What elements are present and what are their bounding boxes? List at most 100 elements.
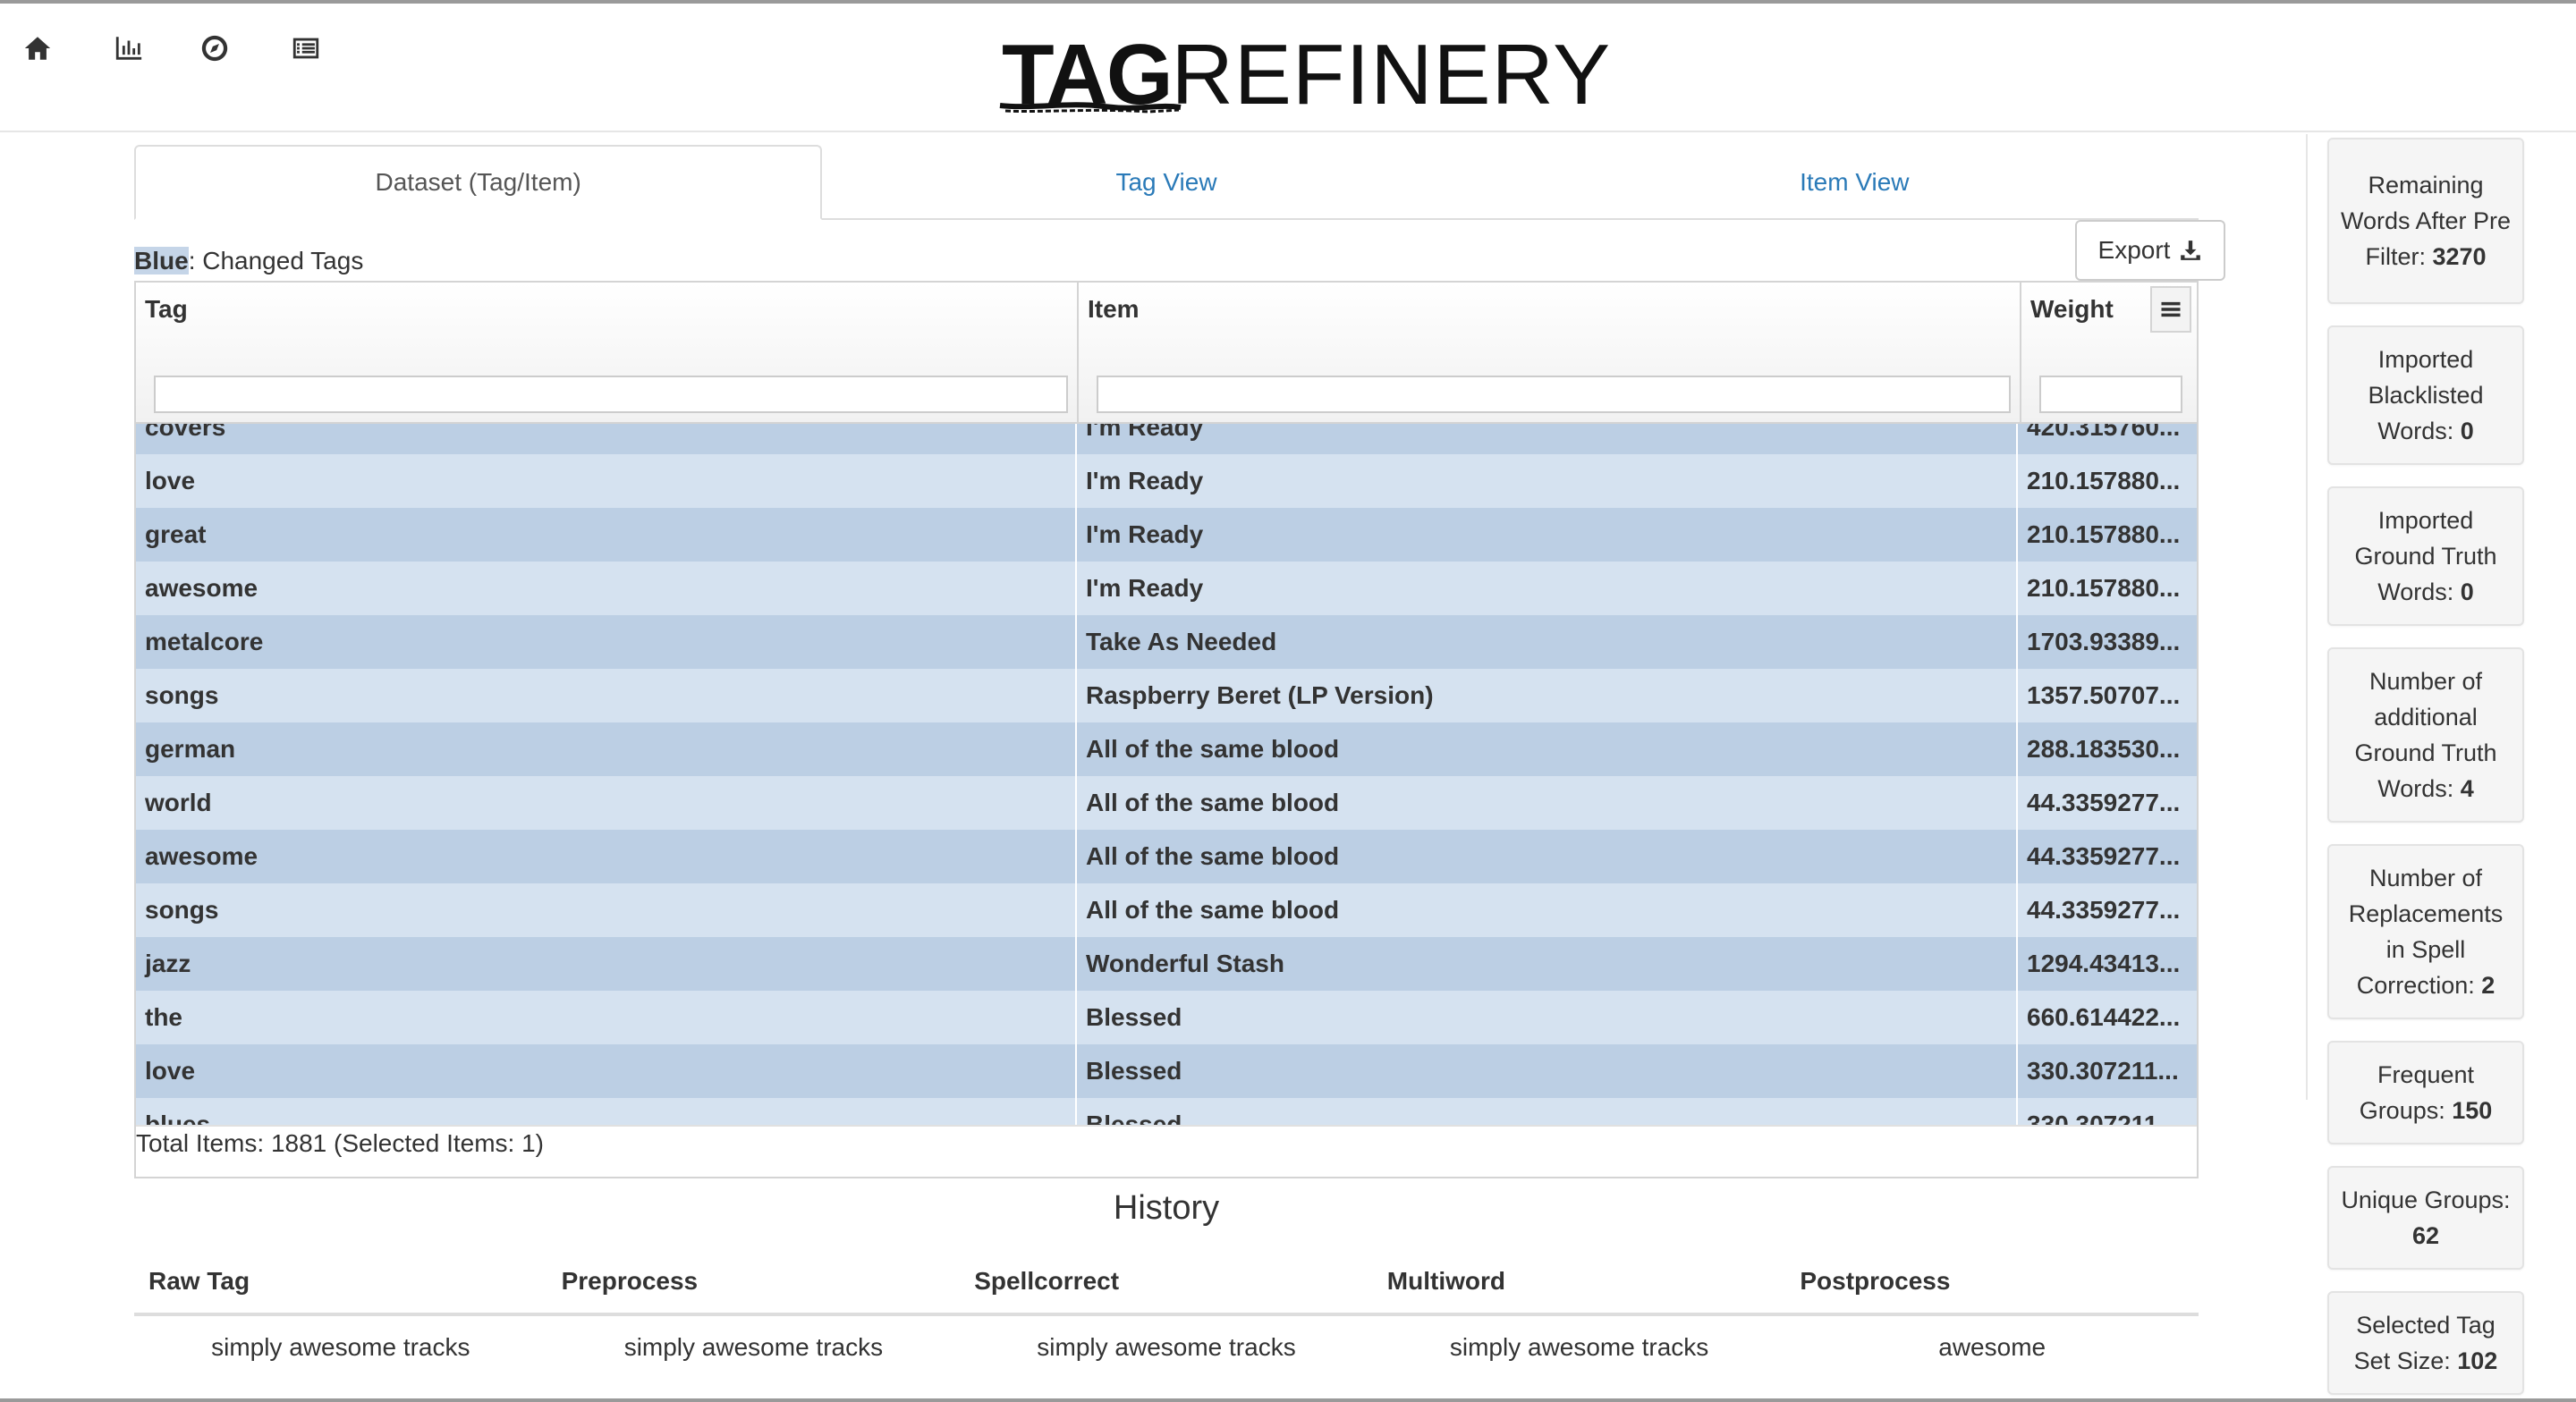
table-row[interactable]: covers I'm Ready 420.315760...	[136, 424, 2197, 454]
tag-cell: great	[136, 508, 1077, 562]
history-multiword: simply awesome tracks	[1449, 1333, 1709, 1361]
tag-cell: jazz	[136, 937, 1077, 991]
item-cell: All of the same blood	[1077, 830, 2018, 883]
tag-cell: songs	[136, 883, 1077, 937]
view-tabs: Dataset (Tag/Item) Tag View Item View	[134, 145, 2199, 220]
tag-cell: metalcore	[136, 615, 1077, 669]
weight-cell: 44.3359277...	[2027, 896, 2181, 924]
weight-cell: 1294.43413...	[2027, 950, 2181, 977]
weight-cell: 660.614422...	[2027, 1003, 2181, 1031]
item-cell: Wonderful Stash	[1077, 937, 2018, 991]
history-header-raw-tag: Raw Tag	[148, 1267, 250, 1295]
export-button[interactable]: Export	[2075, 220, 2225, 281]
column-label-weight: Weight	[2030, 295, 2114, 323]
weight-cell: 1703.93389...	[2027, 628, 2181, 655]
download-icon	[2181, 241, 2201, 260]
history-header-preprocess: Preprocess	[561, 1267, 699, 1295]
tag-cell: covers	[136, 424, 1077, 454]
grid-menu-button[interactable]	[2150, 286, 2191, 333]
weight-cell: 44.3359277...	[2027, 842, 2181, 870]
table-row[interactable]: songs Raspberry Beret (LP Version) 1357.50…	[136, 669, 2197, 722]
stat-ground-truth-words: Imported Ground Truth Words: 0	[2327, 486, 2524, 626]
tag-filter-input[interactable]	[154, 376, 1068, 413]
legend-text: : Changed Tags	[188, 247, 364, 274]
column-label-item: Item	[1088, 295, 1140, 323]
list-icon[interactable]	[284, 27, 327, 70]
stat-additional-ground-truth: Number of additional Ground Truth Words:…	[2327, 647, 2524, 823]
grid-footer-total: Total Items: 1881 (Selected Items: 1)	[136, 1125, 2197, 1177]
tag-cell: awesome	[136, 562, 1077, 615]
menu-icon	[2161, 301, 2181, 317]
history-title: History	[1113, 1189, 1220, 1227]
stat-unique-groups: Unique Groups: 62	[2327, 1166, 2524, 1270]
tag-cell: blues	[136, 1098, 1077, 1125]
logo-scribble-icon	[999, 102, 1182, 114]
grid-rows: covers I'm Ready 420.315760... love I'm Read…	[136, 424, 2197, 1125]
item-cell: Raspberry Beret (LP Version)	[1077, 669, 2018, 722]
item-cell: Take As Needed	[1077, 615, 2018, 669]
tag-cell: the	[136, 991, 1077, 1044]
item-cell: All of the same blood	[1077, 722, 2018, 776]
column-header-tag[interactable]: Tag	[136, 283, 1079, 422]
home-icon[interactable]	[16, 27, 59, 70]
weight-cell: 288.183530...	[2027, 735, 2181, 763]
table-row[interactable]: blues Blessed 330.307211...	[136, 1098, 2197, 1125]
weight-cell: 210.157880...	[2027, 520, 2181, 548]
weight-cell: 210.157880...	[2027, 467, 2181, 494]
item-cell: Blessed	[1077, 991, 2018, 1044]
item-cell: I'm Ready	[1077, 424, 2018, 454]
column-header-item[interactable]: Item	[1079, 283, 2021, 422]
table-row[interactable]: songs All of the same blood 44.3359277...	[136, 883, 2197, 937]
bar-chart-icon[interactable]	[107, 27, 150, 70]
tag-cell: songs	[136, 669, 1077, 722]
history-spellcorrect: simply awesome tracks	[1037, 1333, 1296, 1361]
table-row[interactable]: jazz Wonderful Stash 1294.43413...	[136, 937, 2197, 991]
item-cell: I'm Ready	[1077, 562, 2018, 615]
history-header-spellcorrect: Spellcorrect	[974, 1267, 1120, 1295]
item-filter-input[interactable]	[1097, 376, 2011, 413]
table-row[interactable]: love Blessed 330.307211...	[136, 1044, 2197, 1098]
weight-cell: 44.3359277...	[2027, 789, 2181, 816]
stat-remaining-words: Remaining Words After Pre Filter: 3270	[2327, 138, 2524, 304]
stats-divider	[2306, 134, 2308, 1100]
stat-spell-replacements: Number of Replacements in Spell Correcti…	[2327, 844, 2524, 1019]
grid-header: Tag Item Weight	[136, 283, 2197, 424]
tag-cell: world	[136, 776, 1077, 830]
stat-blacklisted-words: Imported Blacklisted Words: 0	[2327, 325, 2524, 465]
table-row[interactable]: the Blessed 660.614422...	[136, 991, 2197, 1044]
weight-cell: 1357.50707...	[2027, 681, 2181, 709]
table-row[interactable]: world All of the same blood 44.3359277...	[136, 776, 2197, 830]
history-header-multiword: Multiword	[1386, 1267, 1505, 1295]
tab-item-view[interactable]: Item View	[1511, 145, 2199, 218]
tag-cell: love	[136, 454, 1077, 508]
history-header: Raw Tag Preprocess Spellcorrect Multiwor…	[134, 1261, 2199, 1316]
tag-cell: awesome	[136, 830, 1077, 883]
table-row[interactable]: awesome All of the same blood 44.3359277..…	[136, 830, 2197, 883]
export-label: Export	[2097, 236, 2171, 264]
weight-cell: 330.307211...	[2027, 1057, 2179, 1085]
item-cell: Blessed	[1077, 1098, 2018, 1125]
table-row[interactable]: german All of the same blood 288.183530...	[136, 722, 2197, 776]
table-row[interactable]: metalcore Take As Needed 1703.93389...	[136, 615, 2197, 669]
logo-thin-text: REFINERY	[1171, 27, 1612, 122]
table-row[interactable]: love I'm Ready 210.157880...	[136, 454, 2197, 508]
grid-body[interactable]: covers I'm Ready 420.315760... love I'm Read…	[136, 424, 2197, 1125]
history-header-postprocess: Postprocess	[1800, 1267, 1951, 1295]
tab-dataset[interactable]: Dataset (Tag/Item)	[134, 145, 823, 220]
weight-cell: 420.315760...	[2027, 424, 2181, 441]
table-row[interactable]: great I'm Ready 210.157880...	[136, 508, 2197, 562]
compass-icon[interactable]	[193, 27, 236, 70]
item-cell: I'm Ready	[1077, 508, 2018, 562]
weight-cell: 210.157880...	[2027, 574, 2181, 602]
weight-filter-input[interactable]	[2039, 376, 2182, 413]
history-raw-tag: simply awesome tracks	[211, 1333, 470, 1361]
top-navbar: TAG REFINERY	[0, 4, 2576, 132]
item-cell: All of the same blood	[1077, 883, 2018, 937]
tag-cell: love	[136, 1044, 1077, 1098]
tab-tag-view[interactable]: Tag View	[822, 145, 1510, 218]
tag-cell: german	[136, 722, 1077, 776]
stat-selected-tag-set-size: Selected Tag Set Size: 102	[2327, 1291, 2524, 1395]
weight-cell: 330.307211...	[2027, 1111, 2179, 1125]
table-row[interactable]: awesome I'm Ready 210.157880...	[136, 562, 2197, 615]
column-label-tag: Tag	[145, 295, 188, 323]
